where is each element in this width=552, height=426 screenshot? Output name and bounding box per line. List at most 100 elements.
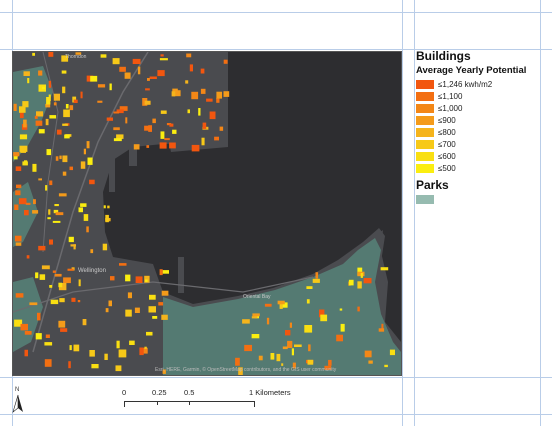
legend-class-label: ≤800 bbox=[438, 128, 456, 137]
building-footprint bbox=[113, 127, 120, 131]
building-footprint bbox=[105, 214, 109, 223]
scale-bar-tick bbox=[124, 401, 125, 407]
building-footprint bbox=[164, 138, 170, 141]
building-footprint bbox=[46, 149, 52, 156]
building-footprint bbox=[340, 323, 345, 332]
building-footprint bbox=[53, 102, 57, 106]
building-footprint bbox=[14, 204, 19, 210]
building-footprint bbox=[219, 126, 224, 131]
map-canvas[interactable]: Thorndon Wellington Oriental Bay bbox=[13, 52, 401, 375]
building-footprint bbox=[78, 279, 81, 287]
scale-bar-label: 1 Kilometers bbox=[249, 388, 291, 397]
building-footprint bbox=[160, 110, 167, 114]
scale-bar-tick bbox=[189, 401, 190, 405]
building-footprint bbox=[139, 347, 144, 356]
building-footprint bbox=[89, 350, 95, 357]
building-footprint bbox=[132, 58, 141, 64]
building-footprint bbox=[27, 78, 30, 84]
scale-bar-label: 0 bbox=[122, 388, 127, 397]
building-footprint bbox=[23, 71, 30, 76]
building-footprint bbox=[24, 349, 28, 357]
legend-class-label: ≤900 bbox=[438, 116, 456, 125]
legend-class-label: ≤600 bbox=[438, 152, 456, 161]
building-footprint bbox=[104, 353, 108, 360]
building-footprint bbox=[149, 76, 157, 79]
building-footprint bbox=[24, 160, 28, 166]
building-footprint bbox=[145, 279, 148, 282]
building-footprint bbox=[251, 316, 258, 319]
building-footprint bbox=[42, 86, 46, 90]
building-footprint bbox=[35, 120, 43, 126]
building-footprint bbox=[64, 134, 70, 139]
building-footprint bbox=[24, 331, 32, 335]
place-label-thorndon: Thorndon bbox=[65, 54, 87, 60]
building-footprint bbox=[13, 103, 17, 111]
building-footprint bbox=[277, 300, 285, 305]
map-attribution: Esri, HERE, Garmin, © OpenStreetMap cont… bbox=[155, 367, 337, 373]
legend-class-row: ≤1,246 kwh/m2 bbox=[416, 79, 546, 90]
building-footprint bbox=[287, 340, 293, 348]
building-footprint bbox=[216, 91, 222, 99]
building-footprint bbox=[45, 185, 48, 191]
legend-class-label: ≤1,100 bbox=[438, 92, 463, 101]
building-footprint bbox=[107, 205, 110, 209]
building-footprint bbox=[54, 273, 62, 277]
building-footprint bbox=[202, 122, 207, 129]
legend-parks-heading: Parks bbox=[416, 178, 449, 192]
building-footprint bbox=[115, 365, 122, 372]
building-footprint bbox=[25, 202, 31, 205]
building-footprint bbox=[73, 99, 78, 103]
building-footprint bbox=[146, 331, 153, 336]
building-footprint bbox=[161, 314, 168, 320]
legend: Buildings Average Yearly Potential ≤1,24… bbox=[416, 49, 546, 204]
building-footprint bbox=[339, 308, 343, 311]
building-footprint bbox=[69, 166, 73, 171]
building-footprint bbox=[44, 342, 53, 346]
building-footprint bbox=[116, 340, 120, 349]
building-footprint bbox=[145, 88, 150, 91]
map-frame[interactable]: Thorndon Wellington Oriental Bay bbox=[12, 51, 402, 376]
building-footprint bbox=[144, 346, 147, 349]
building-footprint bbox=[19, 145, 28, 152]
building-footprint bbox=[304, 325, 313, 333]
building-footprint bbox=[69, 105, 74, 111]
building-footprint bbox=[306, 286, 313, 289]
building-footprint bbox=[97, 100, 103, 103]
building-footprint bbox=[200, 88, 206, 94]
building-footprint bbox=[119, 263, 127, 266]
building-footprint bbox=[47, 217, 51, 220]
scale-bar-tick bbox=[254, 401, 255, 407]
building-footprint bbox=[389, 349, 395, 356]
building-footprint bbox=[73, 244, 76, 250]
building-footprint bbox=[48, 94, 51, 101]
building-footprint bbox=[118, 349, 127, 358]
legend-class-row: ≤800 bbox=[416, 127, 546, 138]
building-footprint bbox=[49, 115, 57, 119]
building-footprint bbox=[38, 178, 42, 181]
building-footprint bbox=[160, 54, 164, 57]
legend-class-row: ≤1,100 bbox=[416, 91, 546, 102]
building-footprint bbox=[162, 270, 169, 274]
building-footprint bbox=[336, 334, 343, 342]
legend-class-label: ≤500 bbox=[438, 164, 456, 173]
building-footprint bbox=[378, 328, 385, 332]
legend-swatch bbox=[416, 164, 434, 173]
building-footprint bbox=[20, 323, 28, 331]
building-footprint bbox=[62, 86, 66, 94]
building-footprint bbox=[77, 300, 81, 303]
building-footprint bbox=[235, 357, 240, 366]
building-footprint bbox=[32, 52, 35, 56]
building-footprint bbox=[33, 199, 36, 205]
building-footprint bbox=[90, 75, 98, 82]
building-footprint bbox=[59, 155, 62, 160]
building-footprint bbox=[68, 236, 74, 243]
scale-bar-label: 0.25 bbox=[152, 388, 167, 397]
legend-swatch bbox=[416, 104, 434, 113]
building-footprint bbox=[15, 166, 22, 171]
building-footprint bbox=[147, 78, 150, 81]
building-footprint bbox=[63, 277, 71, 284]
building-footprint bbox=[129, 340, 135, 345]
building-footprint bbox=[348, 279, 354, 286]
building-footprint bbox=[37, 312, 41, 321]
building-footprint bbox=[23, 119, 27, 128]
